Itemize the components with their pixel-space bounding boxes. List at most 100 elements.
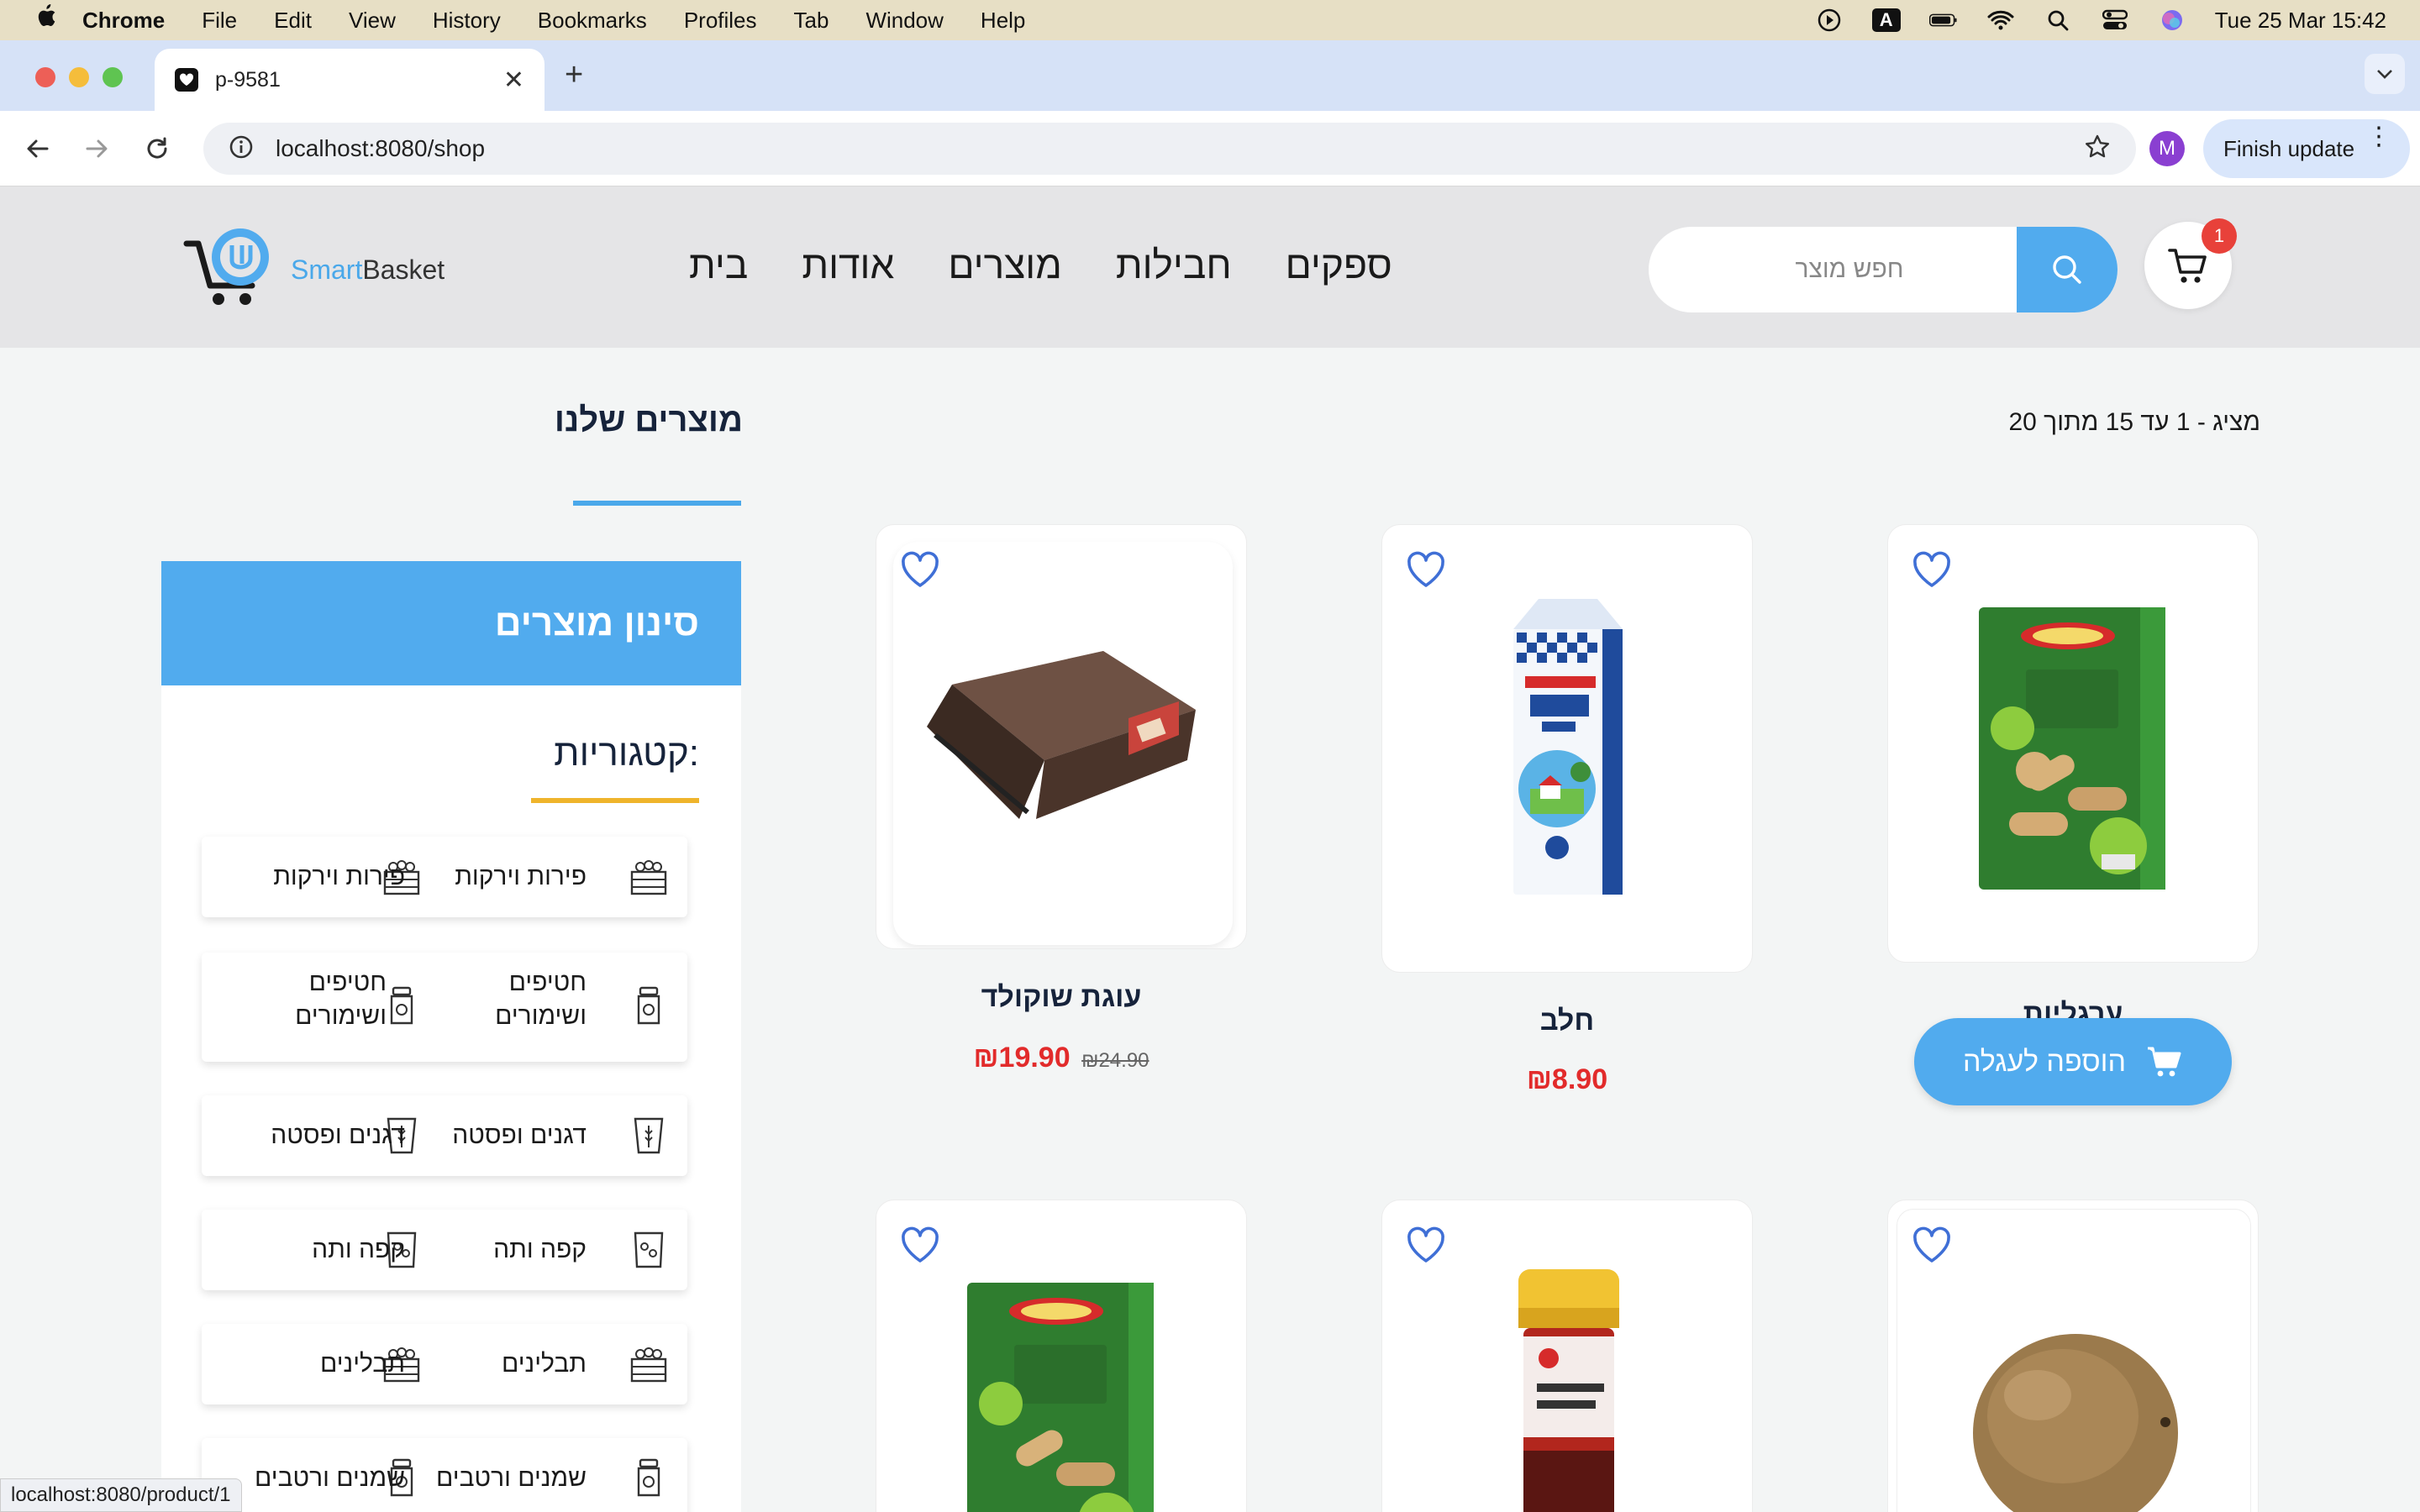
wifi-icon[interactable] — [1986, 8, 2015, 32]
product-card[interactable] — [876, 1200, 1247, 1512]
menu-window[interactable]: Window — [865, 8, 943, 34]
filter-panel: :קטגוריות פירות וירקות פירות וירקות חטיפ… — [161, 685, 741, 1512]
smartbasket-cart-logo-icon — [183, 228, 269, 305]
category-label-duplicate: שמנים ורטבים — [255, 1464, 405, 1492]
category-label: תבלינים — [502, 1350, 587, 1378]
window-minimize-button[interactable] — [69, 67, 89, 87]
apple-menu-icon[interactable] — [34, 0, 57, 40]
oil-jar-icon — [637, 1458, 660, 1497]
product-image-apple-biscuits — [1979, 607, 2165, 890]
menubar-clock[interactable]: Tue 25 Mar 15:42 — [2215, 8, 2386, 34]
nav-products[interactable]: מוצרים — [948, 242, 1061, 287]
back-arrow-icon[interactable] — [17, 128, 59, 170]
jar-icon — [637, 986, 660, 1025]
profile-avatar[interactable]: M — [2149, 131, 2185, 166]
finish-update-button[interactable]: Finish update ⋮ — [2203, 119, 2410, 178]
product-card[interactable] — [1887, 1200, 2259, 1512]
category-coffee[interactable]: קפה ותה קפה ותה — [202, 1210, 687, 1290]
page-title: מוצרים שלנו — [554, 402, 743, 438]
battery-icon[interactable] — [1928, 8, 1958, 32]
cart-button[interactable]: 1 — [2144, 218, 2237, 309]
macos-menubar: Chrome File Edit View History Bookmarks … — [0, 0, 2420, 40]
spotlight-search-icon[interactable] — [2044, 8, 2072, 32]
category-label: פירות וירקות — [455, 863, 587, 890]
menu-view[interactable]: View — [349, 8, 396, 34]
menu-file[interactable]: File — [202, 8, 237, 34]
add-to-cart-button[interactable]: הוספה לעגלה — [1914, 1018, 2232, 1105]
address-url[interactable]: localhost:8080/shop — [276, 135, 2084, 162]
menu-history[interactable]: History — [433, 8, 501, 34]
categories-underline — [531, 798, 699, 803]
search-input[interactable] — [1649, 227, 2017, 312]
coffee-bag-icon — [634, 1231, 664, 1268]
window-close-button[interactable] — [35, 67, 55, 87]
results-count: מציג - 1 עד 15 מתוך 20 — [2008, 408, 2260, 436]
wishlist-heart-icon[interactable] — [1912, 550, 1952, 589]
tab-title: p-9581 — [215, 67, 281, 92]
nav-suppliers[interactable]: ספקים — [1286, 242, 1392, 287]
category-grains[interactable]: דגנים ופסטה דגנים ופסטה — [202, 1095, 687, 1176]
wishlist-heart-icon[interactable] — [1406, 550, 1446, 589]
wishlist-heart-icon[interactable] — [1406, 1226, 1446, 1264]
product-card[interactable] — [1381, 524, 1753, 973]
finish-update-label: Finish update — [2223, 135, 2355, 161]
category-label: קפה ותה — [493, 1236, 587, 1263]
cart-icon — [2148, 1047, 2181, 1077]
product-card[interactable] — [1887, 524, 2259, 963]
category-produce[interactable]: פירות וירקות פירות וירקות — [202, 837, 687, 917]
cart-count-badge: 1 — [2202, 218, 2237, 254]
brand-basket: Basket — [362, 254, 445, 285]
product-price: ₪19.90 — [973, 1042, 1071, 1074]
product-name[interactable]: עוגת שוקולד — [876, 981, 1247, 1014]
input-source-icon[interactable]: A — [1871, 8, 1901, 32]
menu-bookmarks[interactable]: Bookmarks — [538, 8, 647, 34]
siri-icon[interactable] — [2158, 8, 2186, 32]
reload-icon[interactable] — [136, 128, 178, 170]
window-zoom-button[interactable] — [103, 67, 123, 87]
product-image-spice-jar — [1518, 1269, 1619, 1512]
media-play-icon[interactable] — [1815, 8, 1844, 32]
nav-home[interactable]: בית — [689, 242, 748, 287]
product-price-group: ₪19.90 ₪24.90 — [876, 1042, 1247, 1074]
bookmark-star-icon[interactable] — [2084, 134, 2111, 165]
cart-icon — [2168, 249, 2207, 283]
search-icon — [2053, 255, 2081, 284]
product-name[interactable]: חלב — [1381, 1005, 1753, 1037]
product-old-price: ₪24.90 — [1081, 1049, 1150, 1072]
menu-help[interactable]: Help — [981, 8, 1025, 34]
site-logo[interactable]: SmartBasket — [182, 223, 450, 316]
control-center-icon[interactable] — [2101, 8, 2129, 32]
tab-close-icon[interactable]: ✕ — [503, 66, 524, 95]
address-bar[interactable]: localhost:8080/shop — [203, 123, 2136, 175]
category-label-duplicate: תבלינים — [320, 1350, 405, 1378]
category-label: חטיפים ושימורים — [495, 969, 587, 1030]
product-image-chocolate-cake — [927, 651, 1196, 819]
filter-header-title: סינון מוצרים — [494, 602, 699, 643]
nav-packages[interactable]: חבילות — [1116, 242, 1232, 287]
category-snacks[interactable]: חטיפים ושימורים חטיפים ושימורים — [202, 953, 687, 1062]
menu-app-name[interactable]: Chrome — [82, 8, 165, 34]
browser-tab-active[interactable]: p-9581 ✕ — [155, 49, 544, 111]
produce-crate-icon — [630, 860, 667, 895]
category-oils[interactable]: שמנים ורטבים שמנים ורטבים — [202, 1438, 687, 1512]
category-label-duplicate: חטיפים ושימורים — [295, 969, 387, 1030]
product-card[interactable] — [1381, 1200, 1753, 1512]
category-spices[interactable]: תבלינים תבלינים — [202, 1324, 687, 1404]
menu-profiles[interactable]: Profiles — [684, 8, 757, 34]
product-image-kiwi — [1973, 1334, 2178, 1512]
tab-search-chevron-icon[interactable] — [2365, 54, 2405, 94]
wishlist-heart-icon[interactable] — [900, 1226, 940, 1264]
jar-icon — [390, 986, 413, 1025]
wishlist-heart-icon[interactable] — [1912, 1226, 1952, 1264]
product-price: ₪8.90 — [1526, 1063, 1608, 1095]
product-card[interactable] — [876, 524, 1247, 949]
menu-edit[interactable]: Edit — [274, 8, 312, 34]
forward-arrow-icon[interactable] — [76, 128, 118, 170]
new-tab-icon[interactable]: + — [565, 57, 583, 93]
more-vertical-icon[interactable]: ⋮ — [2366, 124, 2391, 150]
site-info-icon[interactable] — [229, 134, 254, 164]
heart-favicon-icon — [175, 68, 198, 92]
nav-about[interactable]: אודות — [802, 242, 894, 287]
menu-tab[interactable]: Tab — [794, 8, 829, 34]
search-button[interactable] — [2017, 227, 2118, 312]
